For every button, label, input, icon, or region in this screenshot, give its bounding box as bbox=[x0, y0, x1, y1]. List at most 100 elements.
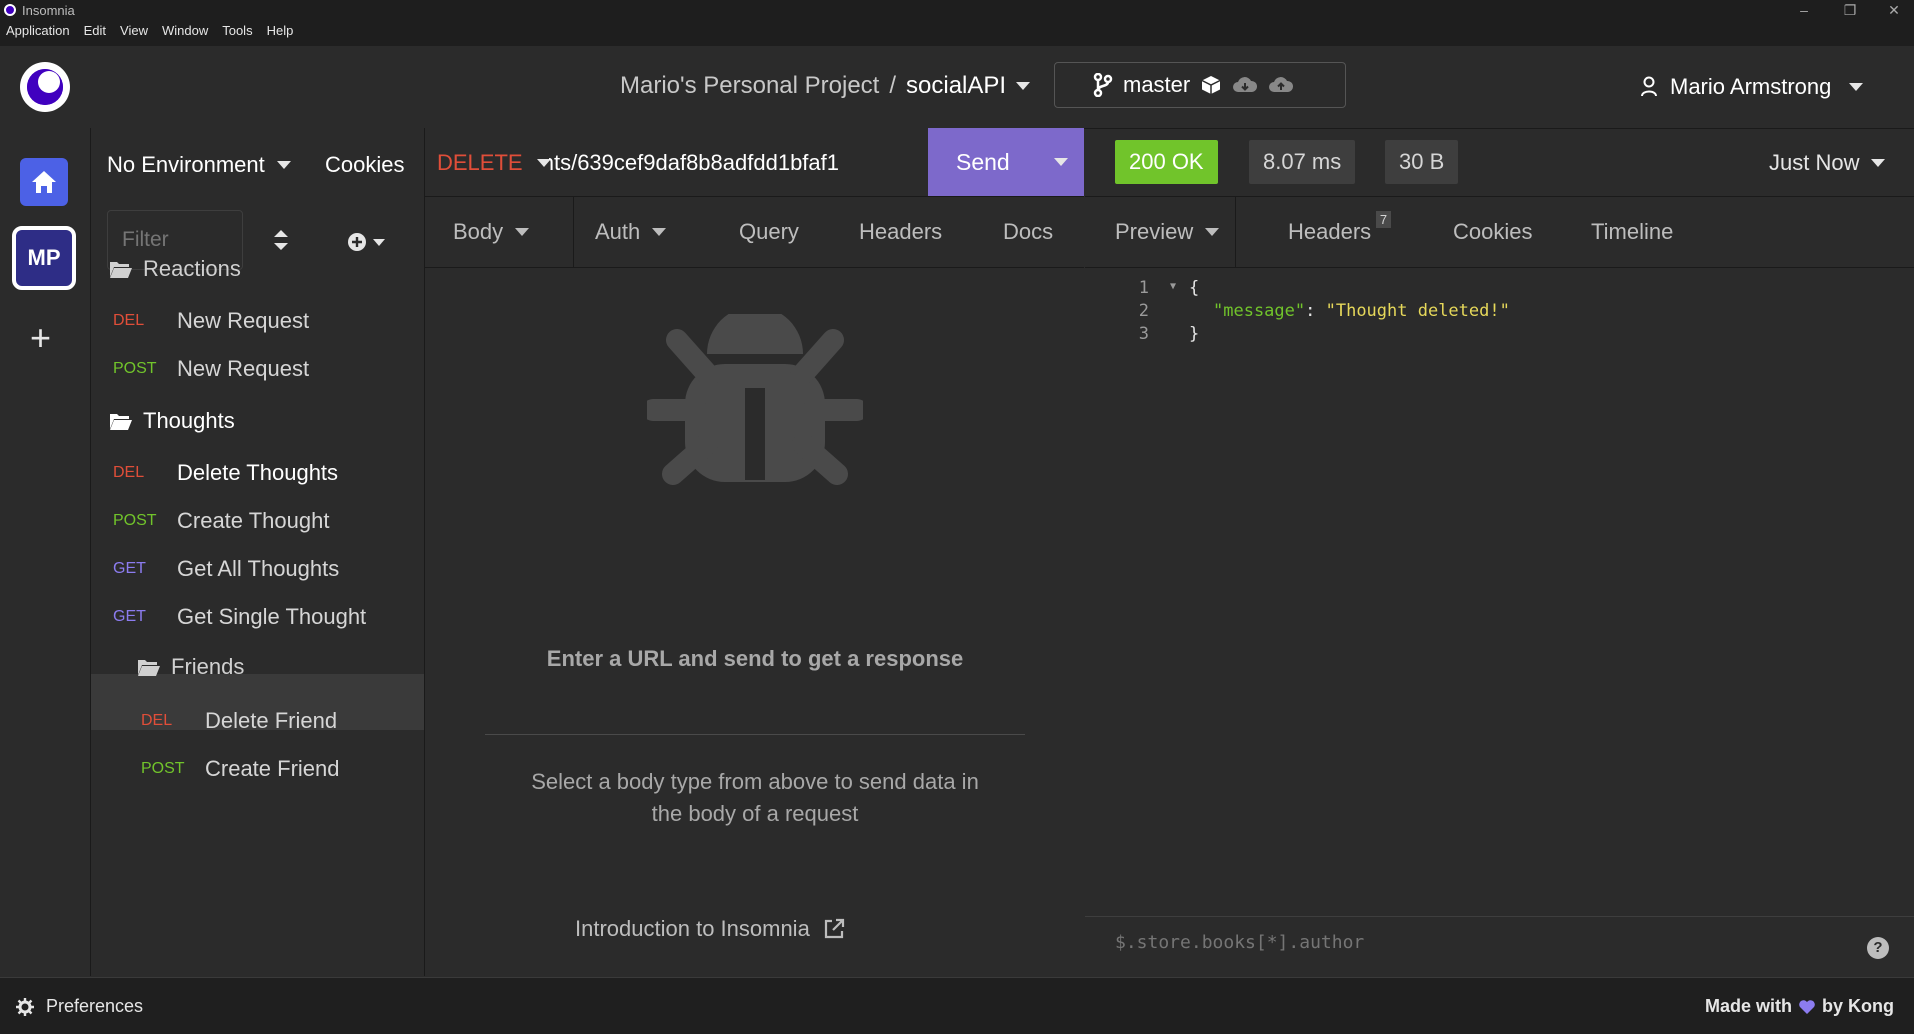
home-button[interactable] bbox=[20, 158, 68, 206]
environment-selector[interactable]: No Environment bbox=[107, 152, 291, 178]
tab-label: Headers bbox=[1288, 219, 1372, 244]
menu-edit[interactable]: Edit bbox=[84, 23, 106, 38]
sort-icon[interactable] bbox=[272, 228, 290, 252]
request-item[interactable]: DEL Delete Friend bbox=[141, 708, 337, 734]
introduction-link[interactable]: Introduction to Insomnia bbox=[575, 916, 846, 942]
tab-label: Preview bbox=[1115, 219, 1194, 244]
minimize-icon[interactable]: – bbox=[1784, 0, 1824, 20]
response-tabs: Preview Headers 7 Cookies Timeline bbox=[1085, 197, 1914, 268]
method-badge: GET bbox=[113, 608, 146, 625]
title-bar: Insomnia Application Edit View Window To… bbox=[0, 0, 1914, 46]
request-item[interactable]: GET Get All Thoughts bbox=[113, 556, 339, 582]
request-item[interactable]: GET Get Single Thought bbox=[113, 604, 366, 630]
method-badge: POST bbox=[113, 360, 157, 377]
tab-docs[interactable]: Docs bbox=[1003, 197, 1053, 267]
url-input[interactable]: ughts/639cef9daf8b8adfdd1bfaf1 bbox=[549, 150, 839, 176]
response-time-badge: 8.07 ms bbox=[1249, 140, 1356, 184]
tab-preview[interactable]: Preview bbox=[1115, 197, 1236, 267]
tab-response-headers[interactable]: Headers 7 bbox=[1288, 197, 1392, 267]
git-branch-icon bbox=[1093, 73, 1113, 97]
tab-query[interactable]: Query bbox=[739, 197, 799, 267]
json-colon: : bbox=[1305, 301, 1326, 321]
request-label: New Request bbox=[177, 308, 310, 333]
add-workspace-icon[interactable]: + bbox=[30, 320, 51, 356]
cube-icon[interactable] bbox=[1200, 74, 1222, 96]
request-label: Get Single Thought bbox=[177, 604, 367, 629]
url-text: ughts/639cef9daf8b8adfdd1bfaf1 bbox=[549, 150, 839, 175]
jsonpath-filter-input[interactable] bbox=[1113, 931, 1817, 954]
home-icon bbox=[32, 171, 56, 193]
chevron-down-icon bbox=[373, 238, 385, 246]
cookies-button[interactable]: Cookies bbox=[325, 152, 404, 178]
request-item-active[interactable]: DEL Delete Thoughts bbox=[113, 460, 338, 486]
response-body-viewer[interactable]: 1 ▼ { 2 "message": "Thought deleted!" 3 … bbox=[1085, 268, 1914, 916]
method-badge: DEL bbox=[113, 312, 145, 329]
method-badge: DEL bbox=[113, 464, 145, 481]
breadcrumb-collection[interactable]: socialAPI bbox=[906, 72, 1006, 100]
send-label: Send bbox=[956, 148, 1010, 175]
menu-bar: Application Edit View Window Tools Help bbox=[6, 23, 293, 38]
chevron-down-icon bbox=[276, 161, 291, 169]
tab-headers[interactable]: Headers bbox=[859, 197, 942, 267]
request-label: New Request bbox=[177, 356, 310, 381]
send-options-button[interactable] bbox=[1038, 128, 1084, 196]
chevron-down-icon[interactable] bbox=[1016, 82, 1031, 90]
code-line: "message": "Thought deleted!" bbox=[1213, 301, 1510, 321]
breadcrumb-project[interactable]: Mario's Personal Project bbox=[620, 72, 879, 100]
menu-view[interactable]: View bbox=[120, 23, 148, 38]
history-label: Just Now bbox=[1769, 150, 1860, 175]
request-item[interactable]: POST Create Thought bbox=[113, 508, 329, 534]
workspace-avatar[interactable]: MP bbox=[12, 226, 76, 290]
window-title: Insomnia bbox=[22, 3, 75, 18]
tab-label: Query bbox=[739, 219, 799, 244]
tab-response-cookies[interactable]: Cookies bbox=[1453, 197, 1532, 267]
code-line: } bbox=[1189, 324, 1200, 344]
tab-label: Body bbox=[453, 219, 504, 244]
request-item[interactable]: POST Create Friend bbox=[141, 756, 340, 782]
cloud-download-icon[interactable] bbox=[1232, 75, 1258, 95]
git-branch-button[interactable]: master bbox=[1054, 62, 1346, 108]
user-menu[interactable]: Mario Armstrong bbox=[1640, 74, 1864, 100]
request-item[interactable]: DEL New Request bbox=[113, 308, 309, 334]
workspace-rail: MP + bbox=[0, 128, 91, 976]
restore-icon[interactable]: ❐ bbox=[1830, 0, 1870, 20]
tab-body[interactable]: Body bbox=[453, 197, 574, 267]
folder-reactions[interactable]: Reactions bbox=[109, 256, 241, 282]
code-line: { bbox=[1189, 278, 1200, 298]
send-button[interactable]: Send bbox=[928, 128, 1084, 196]
cloud-upload-icon[interactable] bbox=[1268, 75, 1294, 95]
folder-icon bbox=[138, 660, 160, 676]
url-bar: DELETE ughts/639cef9daf8b8adfdd1bfaf1 Se… bbox=[425, 128, 1084, 197]
chevron-down-icon bbox=[1054, 158, 1068, 166]
bug-icon bbox=[647, 314, 863, 485]
fold-arrow-icon[interactable]: ▼ bbox=[1170, 281, 1176, 292]
status-bar: Preferences Made with by Kong bbox=[0, 977, 1914, 1034]
preferences-button[interactable]: Preferences bbox=[16, 996, 143, 1017]
request-tabs: Body Auth Query Headers Docs bbox=[425, 197, 1084, 268]
chevron-down-icon bbox=[652, 228, 667, 236]
menu-application[interactable]: Application bbox=[6, 23, 70, 38]
insomnia-logo-icon[interactable] bbox=[20, 62, 70, 112]
folder-friends[interactable]: Friends bbox=[137, 654, 244, 680]
tab-timeline[interactable]: Timeline bbox=[1591, 197, 1673, 267]
folder-thoughts[interactable]: Thoughts bbox=[109, 408, 235, 434]
menu-help[interactable]: Help bbox=[267, 23, 294, 38]
request-item[interactable]: POST New Request bbox=[113, 356, 309, 382]
help-icon[interactable]: ? bbox=[1867, 937, 1889, 959]
preferences-label: Preferences bbox=[46, 996, 144, 1016]
response-history-selector[interactable]: Just Now bbox=[1769, 150, 1886, 176]
json-key: "message" bbox=[1213, 301, 1306, 321]
menu-window[interactable]: Window bbox=[162, 23, 208, 38]
json-value: "Thought deleted!" bbox=[1325, 301, 1510, 321]
add-request-menu[interactable] bbox=[347, 232, 385, 252]
divider bbox=[485, 734, 1025, 735]
environment-label: No Environment bbox=[107, 152, 265, 177]
close-icon[interactable]: ✕ bbox=[1874, 0, 1914, 20]
menu-tools[interactable]: Tools bbox=[222, 23, 252, 38]
made-with-kong[interactable]: Made with by Kong bbox=[1705, 996, 1894, 1017]
response-filter-bar: ? bbox=[1085, 916, 1914, 977]
tab-auth[interactable]: Auth bbox=[595, 197, 667, 267]
branch-name: master bbox=[1123, 72, 1191, 97]
method-selector[interactable]: DELETE bbox=[437, 150, 551, 176]
tab-label: Cookies bbox=[1453, 219, 1533, 244]
